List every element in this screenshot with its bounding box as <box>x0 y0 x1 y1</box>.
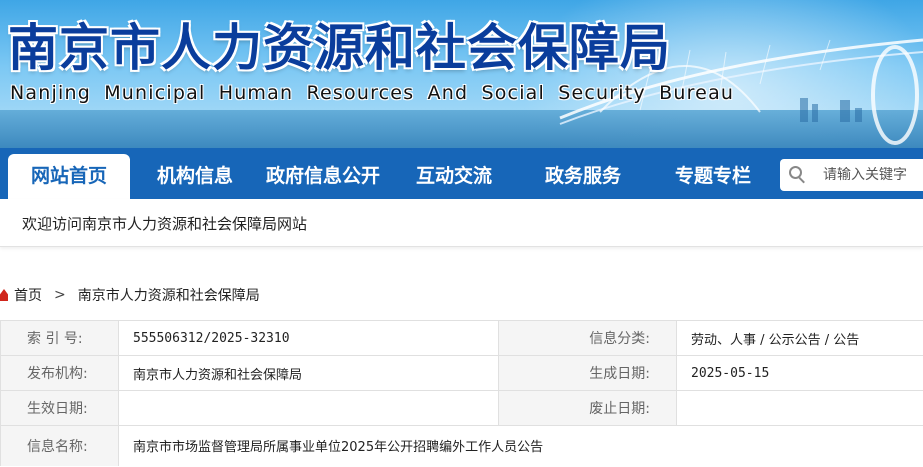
breadcrumb-current[interactable]: 南京市人力资源和社会保障局 <box>78 285 260 305</box>
index-value: 555506312/2025-32310 <box>118 320 499 356</box>
site-title-cn: 南京市人力资源和社会保障局 <box>8 18 671 77</box>
welcome-text: 欢迎访问南京市人力资源和社会保障局网站 <box>22 215 308 233</box>
welcome-strip: 欢迎访问南京市人力资源和社会保障局网站 <box>0 199 923 247</box>
effective-date-label: 生效日期: <box>0 390 119 426</box>
nav-item-interaction[interactable]: 互动交流 <box>416 148 492 199</box>
nav-item-home[interactable]: 网站首页 <box>8 154 130 199</box>
nav-item-services[interactable]: 政务服务 <box>545 148 621 199</box>
expired-date-value <box>676 390 923 426</box>
breadcrumb-home[interactable]: 首页 <box>14 285 42 305</box>
publisher-label: 发布机构: <box>0 355 119 391</box>
home-icon <box>0 289 8 301</box>
effective-date-value <box>118 390 499 426</box>
chevron-right-icon: > <box>54 287 66 303</box>
info-name-label: 信息名称: <box>0 425 119 466</box>
info-table: 索 引 号: 555506312/2025-32310 信息分类: 劳动、人事 … <box>0 320 923 466</box>
breadcrumb: 首页 > 南京市人力资源和社会保障局 <box>0 284 260 306</box>
table-row: 信息名称: 南京市市场监督管理局所属事业单位2025年公开招聘编外工作人员公告 <box>0 425 923 466</box>
nav-item-special[interactable]: 专题专栏 <box>675 148 751 199</box>
nav-item-gov-info[interactable]: 政府信息公开 <box>266 148 380 199</box>
info-name-value: 南京市市场监督管理局所属事业单位2025年公开招聘编外工作人员公告 <box>118 425 923 466</box>
search-box <box>780 159 923 191</box>
created-date-value: 2025-05-15 <box>676 355 923 391</box>
created-date-label: 生成日期: <box>498 355 677 391</box>
table-row: 发布机构: 南京市人力资源和社会保障局 生成日期: 2025-05-15 <box>0 355 923 391</box>
table-row: 索 引 号: 555506312/2025-32310 信息分类: 劳动、人事 … <box>0 320 923 356</box>
category-label: 信息分类: <box>498 320 677 356</box>
expired-date-label: 废止日期: <box>498 390 677 426</box>
search-input[interactable] <box>823 167 923 183</box>
header-banner: 南京市人力资源和社会保障局 Nanjing Municipal Human Re… <box>0 0 923 148</box>
site-title-en: Nanjing Municipal Human Resources And So… <box>10 82 735 104</box>
table-row: 生效日期: 废止日期: <box>0 390 923 426</box>
nav-item-organization[interactable]: 机构信息 <box>157 148 233 199</box>
category-value: 劳动、人事 / 公示公告 / 公告 <box>676 320 923 356</box>
search-icon[interactable] <box>789 166 807 184</box>
index-label: 索 引 号: <box>0 320 119 356</box>
publisher-value: 南京市人力资源和社会保障局 <box>118 355 499 391</box>
